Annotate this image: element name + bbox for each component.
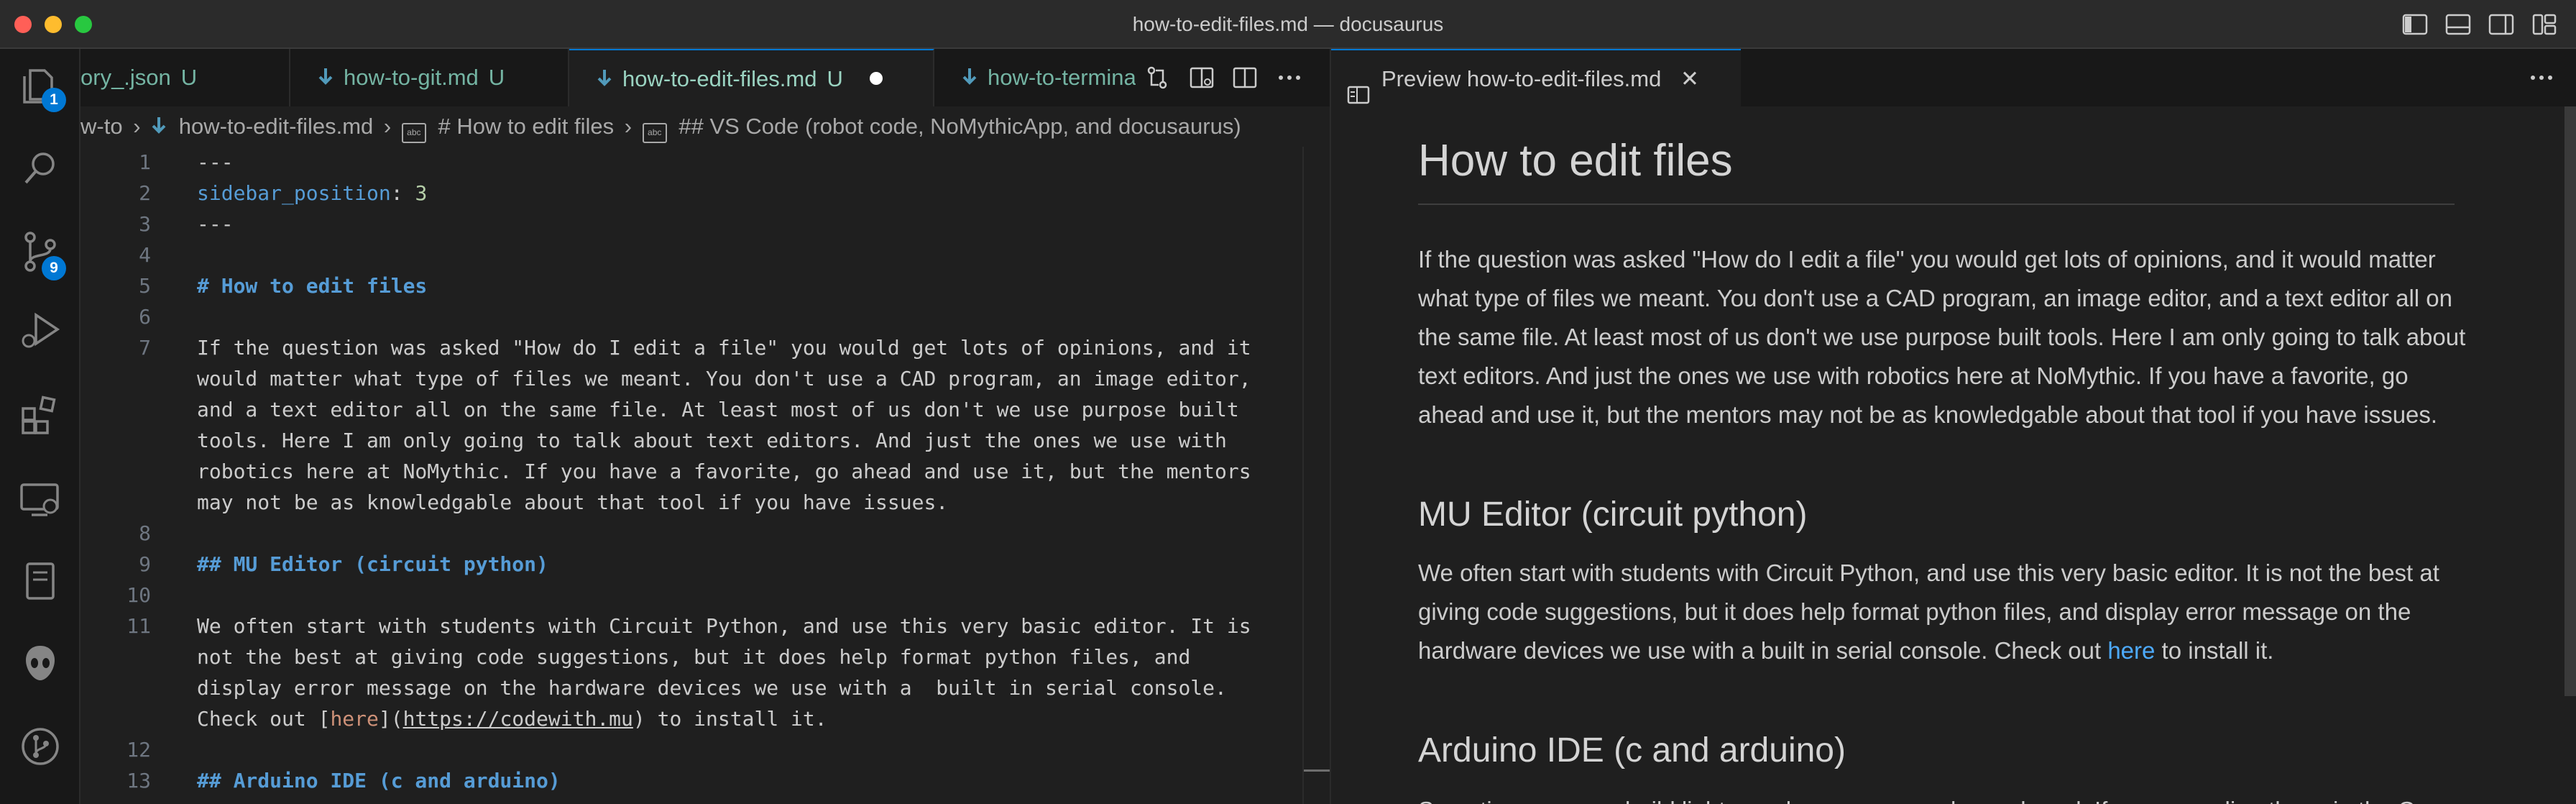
- run-debug-icon[interactable]: [17, 308, 63, 354]
- preview-scrollbar[interactable]: [2564, 106, 2576, 696]
- chevron-right-icon: ›: [624, 114, 632, 139]
- tab-how-to-git[interactable]: how-to-git.md U: [290, 49, 569, 106]
- untracked-marker: U: [827, 66, 843, 91]
- preview-paragraph: We often start with students with Circui…: [1418, 559, 2439, 664]
- more-actions-icon[interactable]: [1275, 63, 1304, 92]
- untracked-marker: U: [488, 65, 505, 90]
- markdown-file-icon: [597, 52, 612, 86]
- preview-tab-bar: Preview how-to-edit-files.md ✕: [1331, 49, 2576, 106]
- tab-directory-json[interactable]: ory_.json U: [80, 49, 290, 106]
- breadcrumb-heading-2[interactable]: ## VS Code (robot code, NoMythicApp, and…: [678, 114, 1241, 139]
- editor-tab-bar: ory_.json U how-to-git.md U how-to-edit-fi…: [80, 49, 1330, 106]
- breadcrumb-folder[interactable]: w-to: [80, 114, 123, 139]
- remote-explorer-icon[interactable]: [17, 476, 63, 522]
- customize-layout-icon[interactable]: [2530, 10, 2559, 39]
- untracked-marker: U: [180, 65, 198, 90]
- markdown-file-icon: [962, 51, 978, 85]
- string-symbol-icon: abc: [401, 123, 426, 143]
- split-editor-icon[interactable]: [1230, 63, 1259, 92]
- toggle-secondary-sidebar-icon[interactable]: [2487, 10, 2516, 39]
- tab-label: how-to-edit-files.md: [622, 66, 817, 91]
- string-symbol-icon: abc: [642, 123, 667, 143]
- preview-title: How to edit files: [1418, 136, 1733, 186]
- tab-label: how-to-git.md: [344, 65, 479, 90]
- close-icon[interactable]: ✕: [1680, 66, 1699, 91]
- more-actions-icon[interactable]: [2527, 63, 2556, 92]
- preview-heading-mu-editor: MU Editor (circuit python): [1418, 495, 1808, 534]
- heading-divider: [1418, 204, 2455, 205]
- search-icon[interactable]: [17, 145, 63, 191]
- notebook-icon[interactable]: [17, 558, 63, 604]
- extensions-icon[interactable]: [17, 393, 63, 439]
- preview-heading-arduino: Arduino IDE (c and arduino): [1418, 731, 1846, 769]
- chevron-right-icon: ›: [383, 114, 392, 139]
- code-editor[interactable]: 1 --- 2 sidebar_position: 3 3 --- 4 5 # How …: [80, 147, 1330, 804]
- explorer-icon[interactable]: 1: [17, 63, 66, 112]
- toggle-panel-icon[interactable]: [2444, 10, 2472, 39]
- preview-link-here[interactable]: here: [2107, 637, 2155, 664]
- tab-label: Preview how-to-edit-files.md: [1381, 66, 1662, 91]
- source-control-badge: 9: [42, 256, 66, 280]
- alien-icon[interactable]: [17, 640, 63, 686]
- overview-ruler-marker: [1304, 769, 1330, 772]
- window-title: how-to-edit-files.md — docusaurus: [1132, 13, 1444, 35]
- breadcrumb: w-to › how-to-edit-files.md › abc # How …: [80, 106, 1330, 147]
- git-graph-icon[interactable]: [17, 723, 63, 769]
- activity-bar: 1 9: [0, 49, 80, 804]
- tab-how-to-edit-files[interactable]: how-to-edit-files.md U: [569, 49, 934, 106]
- open-changes-icon[interactable]: [1143, 63, 1172, 92]
- toggle-primary-sidebar-icon[interactable]: [2401, 10, 2429, 39]
- unsaved-dot-icon[interactable]: [869, 72, 883, 85]
- source-control-icon[interactable]: 9: [17, 229, 66, 280]
- preview-paragraph: If the question was asked "How do I edit…: [1418, 246, 2466, 428]
- markdown-preview[interactable]: How to edit files If the question was as…: [1331, 106, 2576, 804]
- chevron-right-icon: ›: [133, 114, 141, 139]
- open-preview-to-side-icon[interactable]: [1187, 63, 1216, 92]
- title-bar: how-to-edit-files.md — docusaurus: [0, 0, 2576, 49]
- breadcrumb-heading-1[interactable]: # How to edit files: [438, 114, 614, 139]
- markdown-file-icon: [318, 51, 334, 85]
- breadcrumb-file[interactable]: how-to-edit-files.md: [179, 114, 373, 139]
- code-url[interactable]: https://codewith.mu: [403, 707, 633, 731]
- preview-icon: [1347, 69, 1370, 104]
- minimap-scrollbar[interactable]: [1302, 147, 1304, 804]
- tab-preview[interactable]: Preview how-to-edit-files.md ✕: [1331, 49, 1741, 106]
- markdown-file-icon: [151, 109, 167, 134]
- explorer-badge: 1: [42, 88, 66, 112]
- preview-paragraph: Sometimes we can build lighter code, so …: [1418, 791, 2467, 804]
- tab-label: ory_.json: [80, 65, 171, 90]
